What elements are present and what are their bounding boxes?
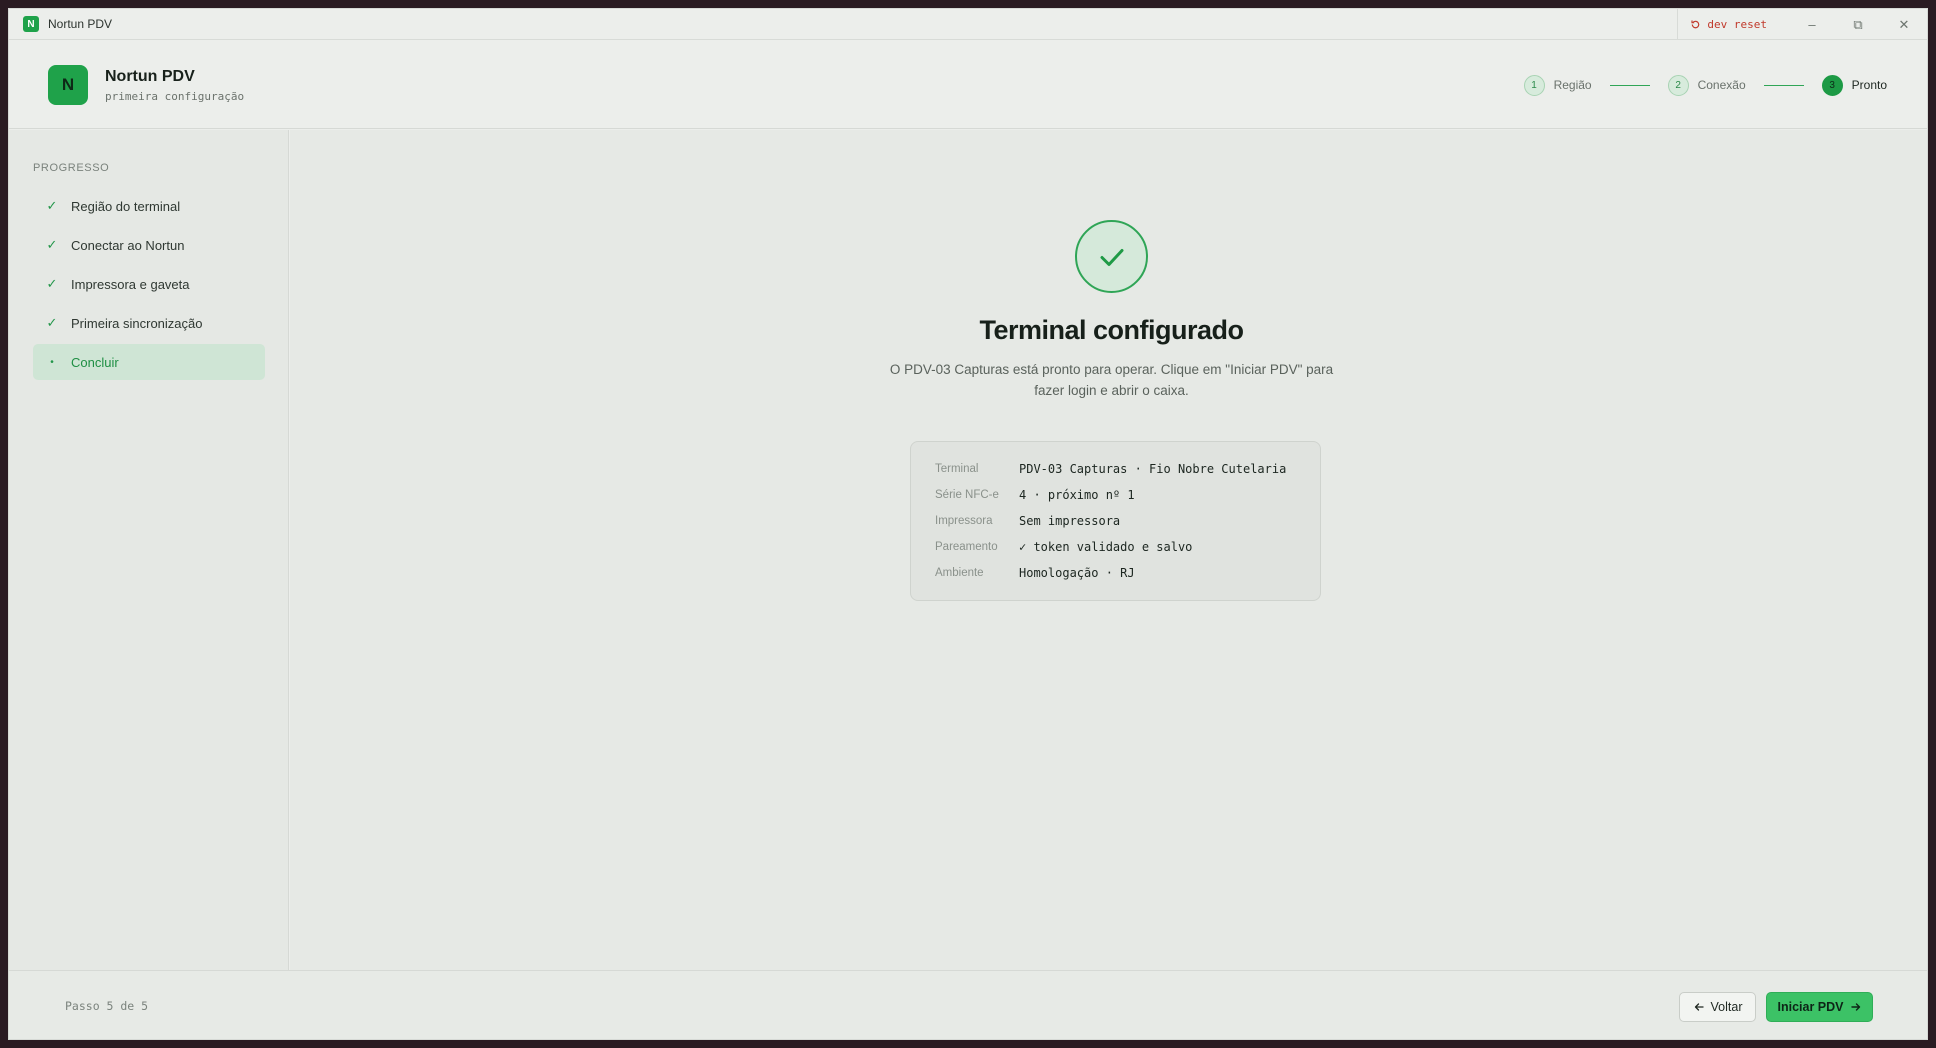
- summary-label: Ambiente: [935, 567, 984, 579]
- sidebar-item-impressora[interactable]: ✓ Impressora e gaveta: [33, 266, 265, 302]
- back-button[interactable]: Voltar: [1679, 992, 1756, 1022]
- step-connector: [1609, 84, 1650, 86]
- summary-row: Pareamento ✓ token validado e salvo: [935, 534, 1320, 560]
- check-icon: ✓: [46, 276, 58, 291]
- step-connector: [1763, 84, 1804, 86]
- step-counter: Passo 5 de 5: [65, 999, 149, 1013]
- close-button[interactable]: ✕: [1881, 9, 1927, 40]
- step-label: Conexão: [1697, 78, 1746, 92]
- sidebar-item-regiao[interactable]: ✓ Região do terminal: [33, 188, 265, 224]
- start-pdv-button[interactable]: Iniciar PDV: [1766, 992, 1873, 1022]
- sidebar-item-sincronizacao[interactable]: ✓ Primeira sincronização: [33, 305, 265, 341]
- brand-subtitle: primeira configuração: [105, 90, 245, 103]
- sidebar: PROGRESSO ✓ Região do terminal ✓ Conecta…: [9, 130, 289, 970]
- brand-logo-icon: N: [48, 65, 88, 105]
- summary-label: Impressora: [935, 515, 993, 527]
- window-title: Nortun PDV: [48, 17, 113, 31]
- close-icon: ✕: [1898, 16, 1910, 32]
- step-regiao: 1 Região: [1523, 74, 1592, 96]
- summary-label: Série NFC-e: [935, 489, 999, 501]
- sidebar-item-label: Concluir: [71, 354, 119, 370]
- step-label: Região: [1553, 78, 1592, 92]
- check-icon: ✓: [46, 237, 58, 252]
- start-label: Iniciar PDV: [1777, 1000, 1844, 1014]
- summary-value: Sem impressora: [1019, 514, 1121, 528]
- main-content: Terminal configurado O PDV-03 Capturas e…: [290, 130, 1927, 970]
- minimize-button[interactable]: –: [1789, 9, 1835, 40]
- sidebar-item-concluir[interactable]: • Concluir: [33, 344, 265, 380]
- step-pronto: 3 Pronto: [1821, 74, 1887, 96]
- stepper: 1 Região 2 Conexão 3 Pronto: [1523, 74, 1887, 96]
- page-title: Terminal configurado: [979, 315, 1244, 345]
- app-window: N Nortun PDV dev reset – ⧉ ✕ N Nortun PD: [8, 8, 1928, 1040]
- summary-row: Impressora Sem impressora: [935, 508, 1320, 534]
- title-bar: N Nortun PDV dev reset – ⧉ ✕: [9, 9, 1927, 40]
- progress-list: ✓ Região do terminal ✓ Conectar ao Nortu…: [33, 188, 265, 383]
- arrow-right-icon: [1850, 1003, 1860, 1011]
- dev-reset-button[interactable]: dev reset: [1677, 9, 1789, 40]
- sidebar-item-label: Conectar ao Nortun: [71, 237, 185, 253]
- summary-row: Terminal PDV-03 Capturas · Fio Nobre Cut…: [935, 456, 1320, 482]
- app-logo-icon: N: [23, 16, 39, 32]
- summary-value: Homologação · RJ: [1019, 566, 1135, 580]
- current-dot-icon: •: [50, 356, 54, 368]
- summary-row: Série NFC-e 4 · próximo nº 1: [935, 482, 1320, 508]
- check-icon: ✓: [46, 315, 58, 330]
- header: N Nortun PDV primeira configuração 1 Reg…: [9, 40, 1927, 129]
- success-check-icon: [1075, 220, 1148, 293]
- summary-value: 4 · próximo nº 1: [1019, 488, 1135, 502]
- back-label: Voltar: [1710, 1000, 1743, 1014]
- step-number: 2: [1667, 74, 1689, 96]
- sidebar-item-label: Região do terminal: [71, 198, 181, 214]
- sidebar-item-label: Impressora e gaveta: [71, 276, 190, 292]
- page-description: O PDV-03 Capturas está pronto para opera…: [889, 362, 1334, 398]
- dev-reset-label: dev reset: [1707, 18, 1767, 31]
- summary-label: Terminal: [935, 463, 979, 475]
- reset-icon: [1691, 20, 1700, 29]
- footer: Passo 5 de 5 Voltar Iniciar PDV: [9, 970, 1927, 1039]
- arrow-left-icon: [1694, 1003, 1704, 1011]
- summary-card: Terminal PDV-03 Capturas · Fio Nobre Cut…: [910, 441, 1321, 601]
- restore-icon: ⧉: [1853, 16, 1863, 32]
- sidebar-item-label: Primeira sincronização: [71, 315, 203, 331]
- minimize-icon: –: [1808, 17, 1816, 32]
- summary-value: PDV-03 Capturas · Fio Nobre Cutelaria: [1019, 462, 1287, 476]
- summary-row: Ambiente Homologação · RJ: [935, 560, 1320, 586]
- step-number: 3: [1821, 74, 1843, 96]
- brand-name: Nortun PDV: [105, 68, 195, 85]
- summary-label: Pareamento: [935, 541, 998, 553]
- step-label: Pronto: [1851, 78, 1887, 92]
- restore-button[interactable]: ⧉: [1835, 9, 1881, 40]
- sidebar-item-conectar[interactable]: ✓ Conectar ao Nortun: [33, 227, 265, 263]
- check-icon: ✓: [46, 198, 58, 213]
- step-number: 1: [1523, 74, 1545, 96]
- step-conexao: 2 Conexão: [1667, 74, 1746, 96]
- summary-value: ✓ token validado e salvo: [1019, 540, 1193, 554]
- sidebar-heading: PROGRESSO: [33, 162, 110, 174]
